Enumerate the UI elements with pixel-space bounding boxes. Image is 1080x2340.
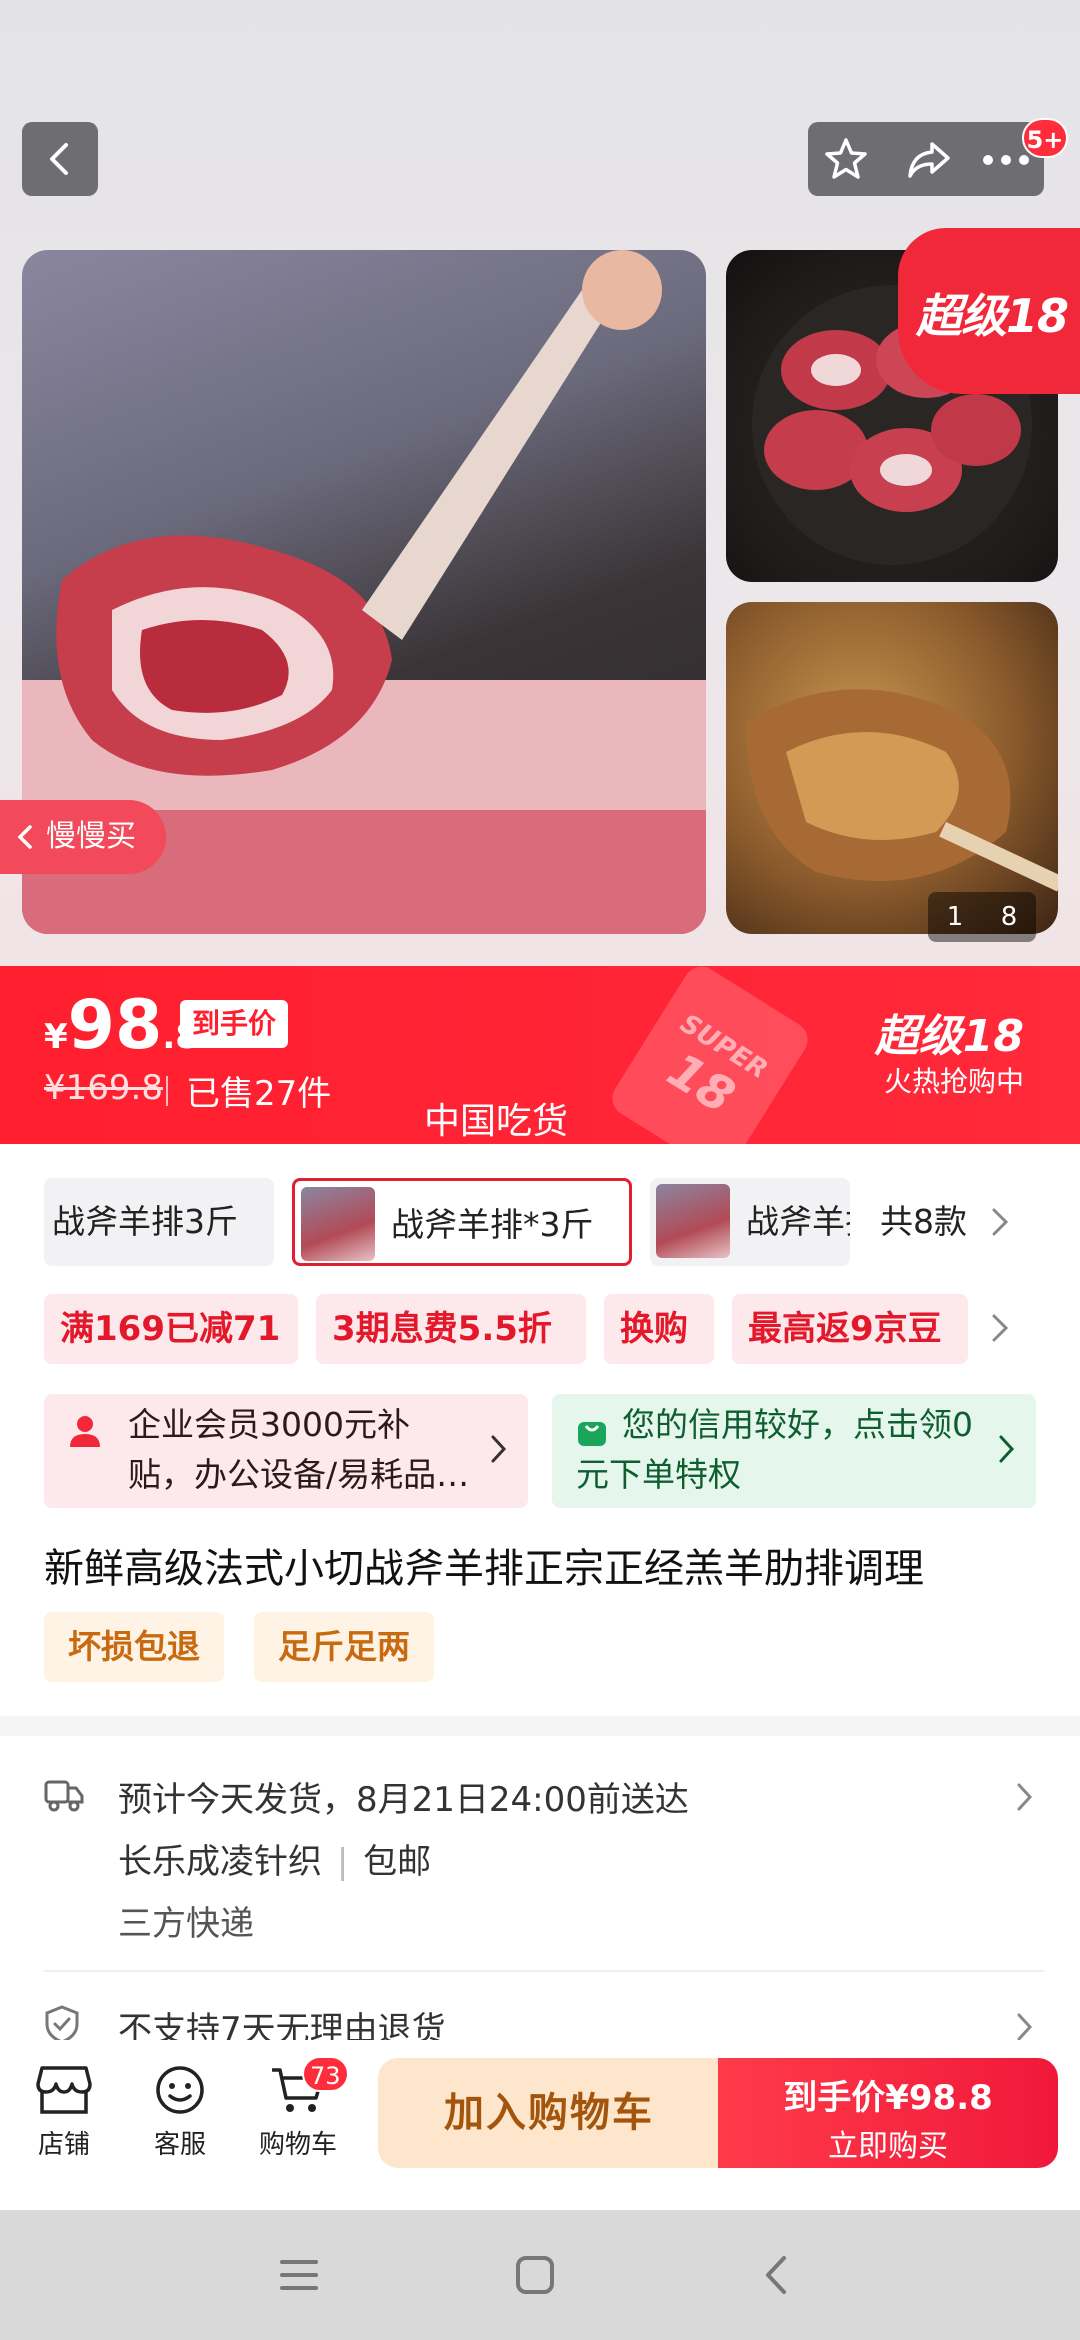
current-price: ¥98.8	[44, 986, 199, 1065]
service-tag-full-weight: 足斤足两	[254, 1612, 434, 1682]
add-to-cart-button[interactable]: 加入购物车	[378, 2058, 720, 2168]
carrier: 三方快递	[118, 1904, 254, 1944]
seller-info: 长乐成凌针织 | 包邮	[118, 1834, 431, 1883]
variant-label: 战斧羊排	[746, 1202, 850, 1241]
shopping-bag-icon	[578, 1422, 606, 1446]
chevron-right-icon	[1017, 2013, 1033, 2041]
home-square-icon[interactable]	[514, 2254, 556, 2296]
price-banner: SUPER 18 ¥98.8 到手价 ¥169.8 已售27件 中国吃货 超级1…	[0, 966, 1080, 1144]
currency-symbol: ¥	[44, 1017, 68, 1057]
variant-thumbnail	[301, 1187, 375, 1261]
image-counter-current: 1	[946, 902, 964, 932]
delivery-estimate: 预计今天发货，8月21日24:00前送达	[118, 1780, 689, 1820]
price-integer: 98	[67, 986, 163, 1065]
grilled-lamb-illustration	[746, 689, 1058, 892]
original-price: ¥169.8	[44, 1068, 163, 1108]
variant-label: 战斧羊排3斤	[52, 1202, 238, 1241]
share-icon[interactable]	[904, 136, 952, 184]
promo-label: 中国吃货	[424, 1101, 569, 1142]
promo-chip-beans[interactable]: 最高返9京豆	[732, 1294, 968, 1364]
image-counter: 1 8	[928, 892, 1036, 942]
member-card-text: 企业会员3000元补贴，办公设备/易耗品…	[128, 1405, 470, 1494]
divider: |	[336, 1842, 349, 1882]
chevron-right-icon[interactable]	[990, 1312, 1010, 1344]
variant-count[interactable]: 共8款	[880, 1178, 967, 1266]
service-label: 客服	[153, 2130, 206, 2160]
variant-selector: 战斧羊排3斤 战斧羊排*3斤 战斧羊排 共8款	[44, 1178, 1044, 1266]
image-counter-total: 8	[1000, 902, 1018, 932]
product-image-3[interactable]	[726, 602, 1058, 934]
sold-count: 已售27件	[186, 1074, 332, 1114]
enterprise-member-card[interactable]: 企业会员3000元补贴，办公设备/易耗品…	[44, 1394, 528, 1508]
chevron-right-icon	[491, 1435, 507, 1463]
free-shipping: 包邮	[363, 1842, 432, 1882]
chevron-right-icon[interactable]	[990, 1206, 1010, 1238]
credit-card-text: 您的信用较好，点击领0元下单特权	[576, 1405, 973, 1494]
truck-icon	[44, 1780, 84, 1812]
cart-count-badge: 73	[302, 2056, 349, 2092]
final-price-tag: 到手价	[180, 1000, 289, 1048]
variant-label: 战斧羊排*3斤	[391, 1205, 594, 1244]
super18-title: 超级18	[874, 1011, 1024, 1062]
variant-option-2-selected[interactable]: 战斧羊排*3斤	[292, 1178, 632, 1266]
promo-chip-discount[interactable]: 满169已减71	[44, 1294, 298, 1364]
menu-icon[interactable]	[278, 2254, 320, 2296]
super18-ribbon-icon: SUPER 18	[605, 966, 815, 1144]
seller-name: 长乐成凌针织	[118, 1842, 322, 1882]
smiley-chat-icon	[156, 2066, 204, 2114]
promo-chip-exchange[interactable]: 换购	[604, 1294, 714, 1364]
buy-now-label: 立即购买	[828, 2129, 948, 2164]
chevron-right-icon	[1017, 1783, 1033, 1811]
variant-option-3[interactable]: 战斧羊排	[650, 1178, 850, 1266]
system-navigation-bar	[0, 2210, 1080, 2340]
product-title: 新鲜高级法式小切战斧羊排正宗正经羔羊肋排调理	[44, 1546, 924, 1592]
slow-buy-button[interactable]: 慢慢买	[0, 800, 166, 874]
super18-subtitle: 火热抢购中	[883, 1065, 1024, 1098]
section-divider	[0, 1716, 1080, 1736]
super18-chip: 超级18	[898, 228, 1080, 394]
customer-service-button[interactable]: 客服	[130, 2064, 230, 2161]
back-arrow-icon[interactable]	[756, 2254, 798, 2296]
shield-check-icon	[45, 2005, 79, 2044]
product-gallery: 5+ 超级18 慢慢买 1 8	[0, 0, 1080, 966]
service-tag-damage-refund: 坏损包退	[44, 1612, 224, 1682]
message-badge: 5+	[1022, 118, 1068, 158]
buy-now-button[interactable]: 到手价¥98.8 立即购买	[718, 2058, 1058, 2168]
store-button[interactable]: 店铺	[14, 2064, 114, 2161]
variant-thumbnail	[656, 1184, 730, 1258]
divider	[44, 1970, 1044, 1972]
credit-privilege-card[interactable]: 您的信用较好，点击领0元下单特权	[552, 1394, 1036, 1508]
store-icon	[36, 2066, 92, 2114]
store-label: 店铺	[37, 2130, 90, 2160]
top-action-group	[808, 122, 1044, 196]
chevron-left-icon	[17, 825, 32, 849]
promo-chip-installment[interactable]: 3期息费5.5折	[316, 1294, 586, 1364]
chevron-right-icon	[999, 1435, 1015, 1463]
cart-label: 购物车	[258, 2130, 337, 2160]
slow-buy-label: 慢慢买	[46, 819, 136, 854]
divider	[166, 1076, 168, 1106]
variant-option-1[interactable]: 战斧羊排3斤	[44, 1178, 274, 1266]
buy-now-price: 到手价¥98.8	[783, 2078, 993, 2118]
chevron-left-icon	[50, 143, 68, 175]
person-icon	[70, 1416, 100, 1447]
back-button[interactable]	[22, 122, 98, 196]
star-icon[interactable]	[822, 136, 870, 184]
